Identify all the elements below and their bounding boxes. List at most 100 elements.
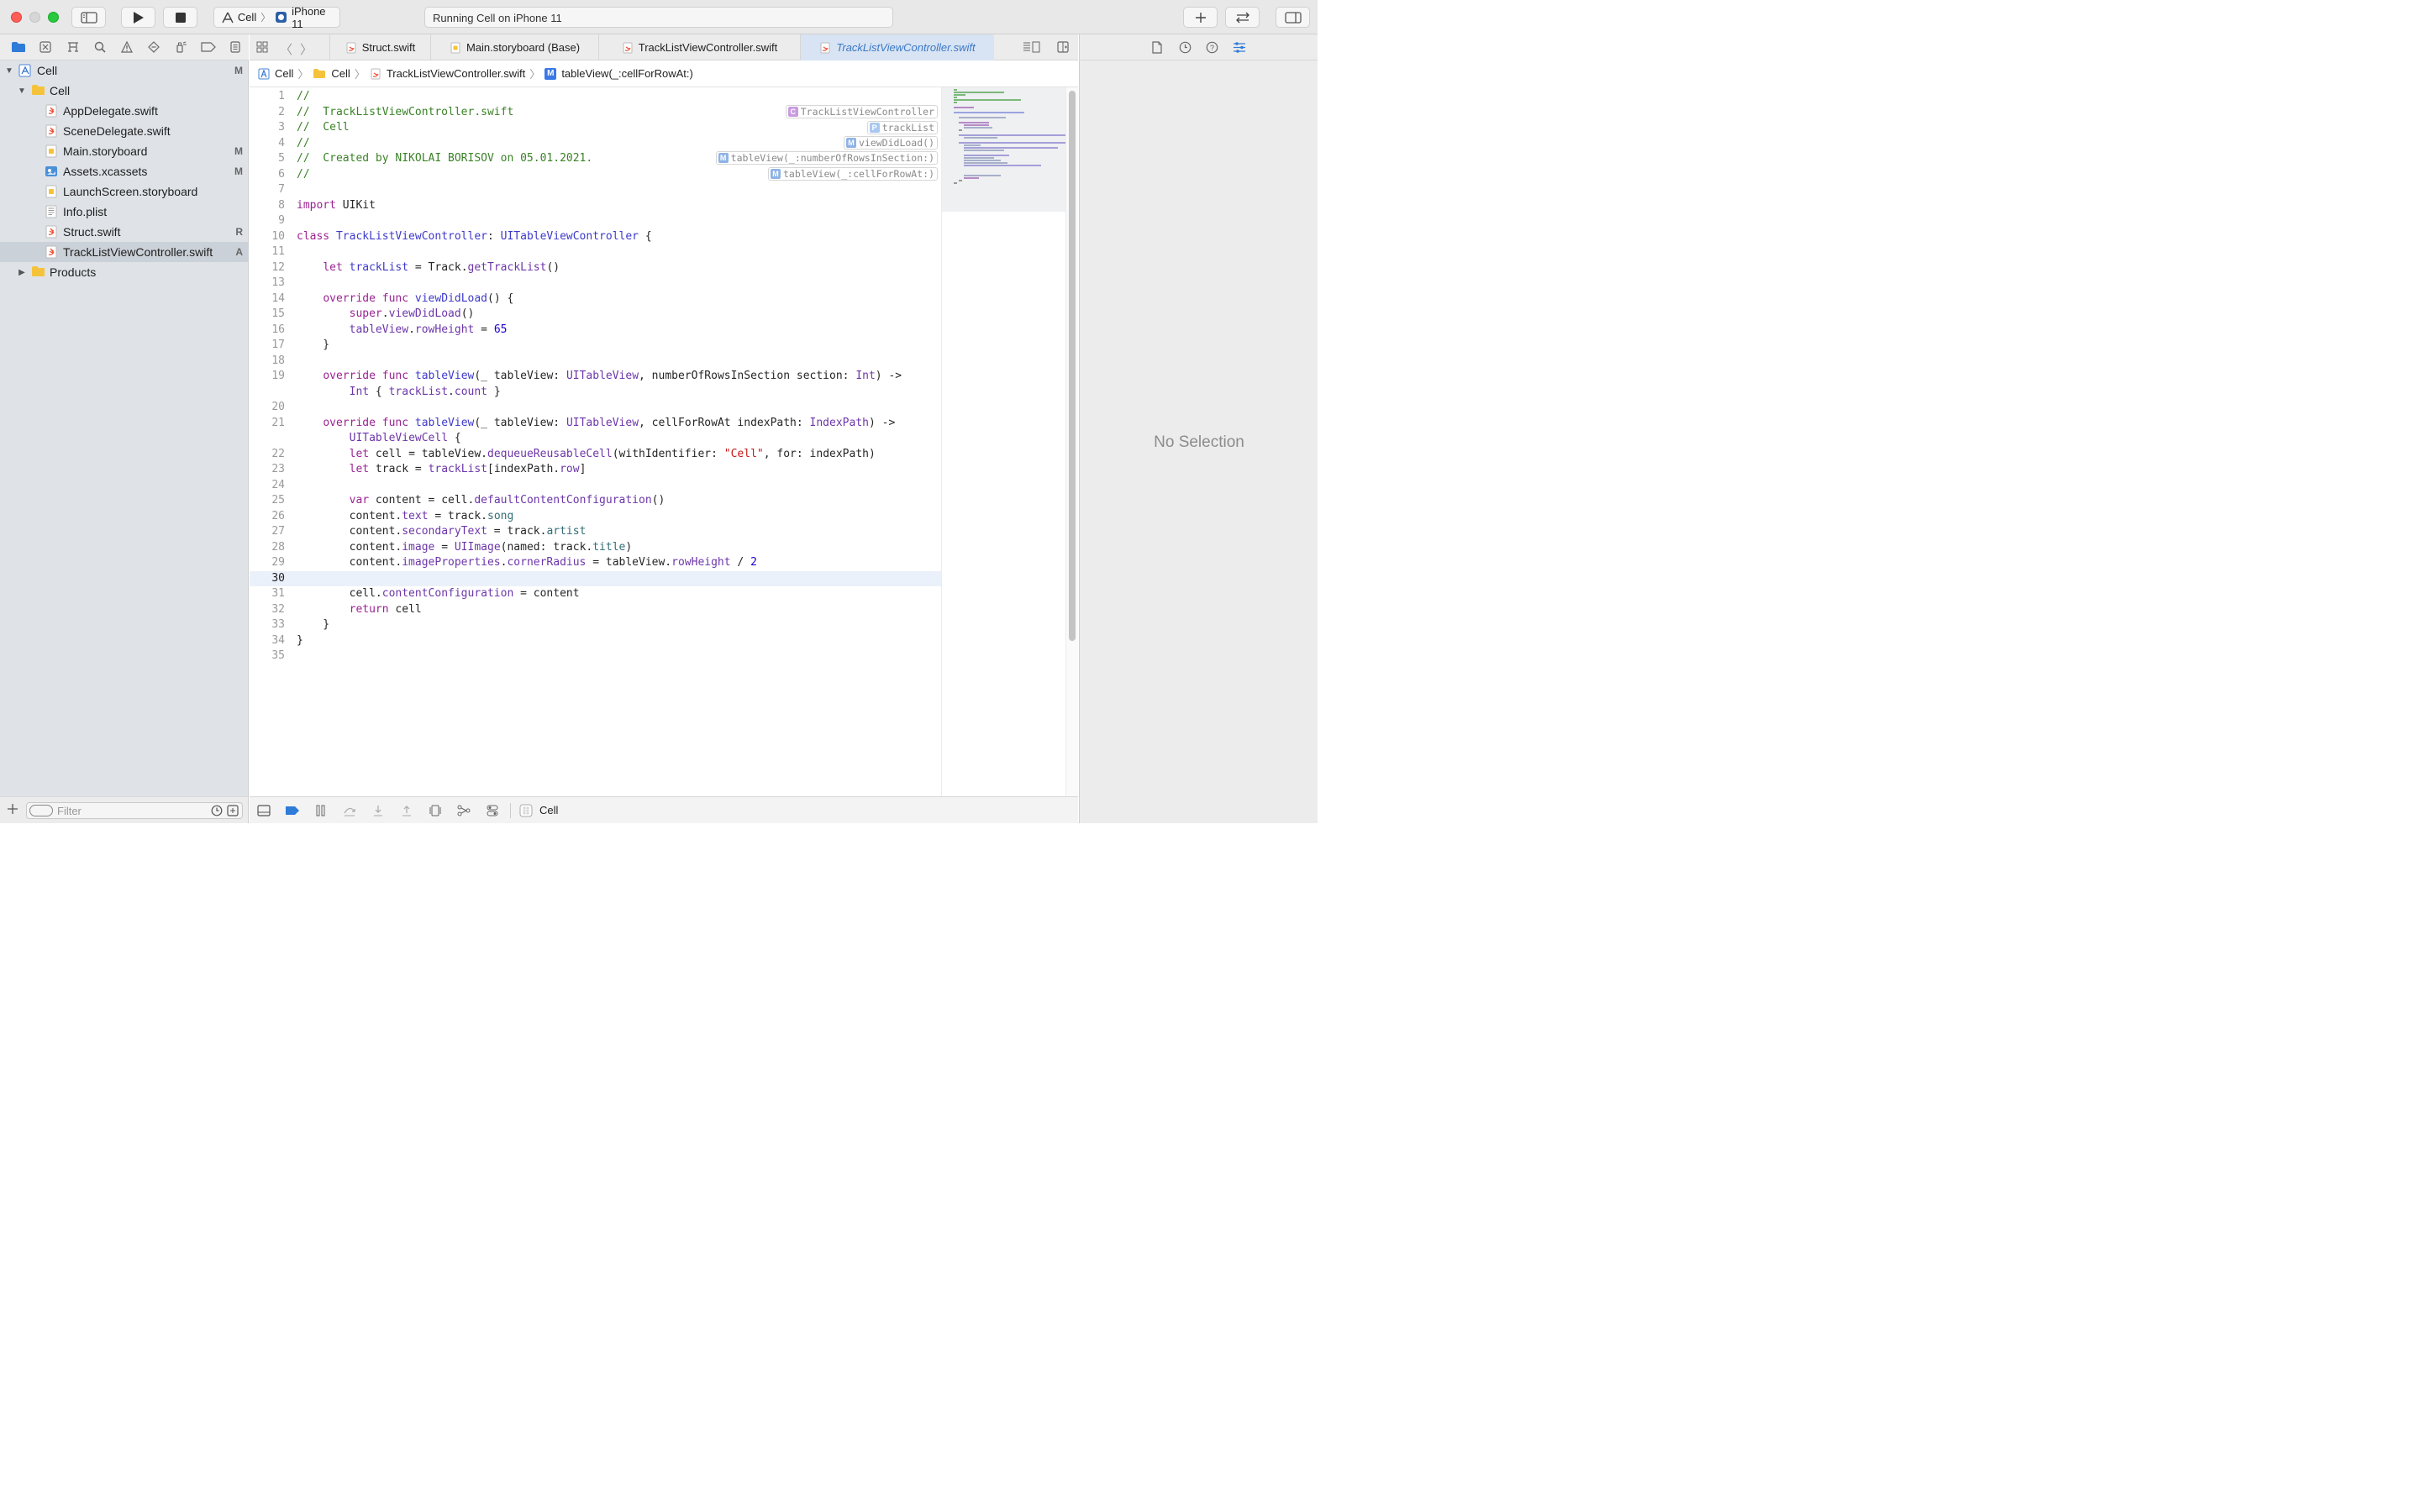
breakpoint-navigator-tab[interactable] bbox=[195, 34, 222, 60]
tree-row-group-cell[interactable]: ▼ Cell bbox=[0, 81, 249, 101]
line-number: 27 bbox=[271, 525, 285, 538]
symbol-navigator-tab[interactable] bbox=[59, 34, 86, 60]
add-file-button[interactable] bbox=[7, 803, 18, 815]
symbol-annotation-class[interactable]: C TrackListViewController bbox=[785, 105, 938, 118]
history-inspector-tab[interactable] bbox=[1179, 41, 1192, 54]
pause-button[interactable] bbox=[307, 797, 335, 824]
jump-file[interactable]: TrackListViewController.swift bbox=[387, 67, 525, 80]
recent-files-button[interactable] bbox=[211, 805, 223, 816]
tab-struct[interactable]: Struct.swift bbox=[329, 34, 430, 60]
tab-main-storyboard[interactable]: Main.storyboard (Base) bbox=[430, 34, 598, 60]
debug-process-label[interactable]: Cell bbox=[539, 804, 558, 816]
code-line: // bbox=[297, 90, 310, 102]
tab-tracklist-controller[interactable]: TrackListViewController.swift bbox=[598, 34, 800, 60]
play-icon bbox=[133, 11, 144, 24]
minimap[interactable] bbox=[941, 87, 1066, 796]
filter-placeholder: Filter bbox=[57, 805, 82, 817]
line-number: 29 bbox=[271, 556, 285, 569]
code-review-button[interactable] bbox=[1225, 7, 1260, 28]
run-button[interactable] bbox=[121, 7, 155, 28]
stop-button[interactable] bbox=[163, 7, 197, 28]
scheme-selector[interactable]: Cell 〉 iPhone 11 bbox=[213, 5, 340, 30]
code-line: // TrackListViewController.swift bbox=[297, 105, 514, 118]
tab-tracklist-controller-active[interactable]: TrackListViewController.swift bbox=[800, 34, 994, 60]
file-inspector-tab[interactable] bbox=[1152, 41, 1162, 54]
report-navigator-tab[interactable] bbox=[222, 34, 249, 60]
step-over-button[interactable] bbox=[335, 797, 364, 824]
line-number: 22 bbox=[271, 447, 285, 460]
find-navigator-tab[interactable] bbox=[87, 34, 113, 60]
source-editor[interactable]: 1 // 2 // TrackListViewController.swift 3 /… bbox=[250, 87, 941, 796]
editor-options-button[interactable] bbox=[1023, 41, 1041, 53]
forward-arrow-icon[interactable]: 〉 bbox=[300, 40, 313, 58]
tree-row-file[interactable]: AppDelegate.swift bbox=[0, 101, 249, 121]
quick-help-inspector-tab[interactable]: ? bbox=[1206, 41, 1218, 54]
annotation-label: trackList bbox=[881, 122, 934, 134]
step-into-button[interactable] bbox=[364, 797, 392, 824]
step-into-icon bbox=[374, 805, 382, 816]
filter-options-icon[interactable] bbox=[29, 805, 53, 816]
close-window-button[interactable] bbox=[11, 12, 22, 23]
plus-icon bbox=[8, 804, 18, 814]
view-hierarchy-button[interactable] bbox=[421, 797, 450, 824]
toggle-inspector-button[interactable] bbox=[1276, 7, 1310, 28]
tree-row-file[interactable]: Struct.swift R bbox=[0, 222, 249, 242]
jump-group[interactable]: Cell bbox=[331, 67, 350, 80]
split-editor-button[interactable] bbox=[1057, 41, 1069, 53]
tree-row-file[interactable]: Assets.xcassets M bbox=[0, 161, 249, 181]
folder-icon bbox=[313, 69, 326, 78]
clock-icon bbox=[211, 805, 223, 816]
tree-row-file[interactable]: Main.storyboard M bbox=[0, 141, 249, 161]
zoom-window-button[interactable] bbox=[48, 12, 59, 23]
tree-row-group-products[interactable]: ▶ Products bbox=[0, 262, 249, 282]
tree-row-file-selected[interactable]: TrackListViewController.swift A bbox=[0, 242, 249, 262]
memory-graph-button[interactable] bbox=[450, 797, 478, 824]
back-arrow-icon[interactable]: 〈 bbox=[280, 40, 292, 58]
toggle-debug-area-button[interactable] bbox=[250, 797, 278, 824]
minimap-line bbox=[964, 147, 1058, 149]
source-control-navigator-tab[interactable] bbox=[32, 34, 59, 60]
minimize-window-button[interactable] bbox=[29, 12, 40, 23]
minimap-line bbox=[954, 94, 965, 96]
app-target-icon bbox=[222, 12, 234, 23]
tab-label: Struct.swift bbox=[361, 41, 416, 54]
storyboard-file-icon bbox=[45, 144, 57, 158]
tree-row-label: Cell bbox=[37, 64, 58, 77]
symbol-annotation-method[interactable]: MtableView(_:numberOfRowsInSection:) bbox=[715, 151, 938, 165]
step-out-button[interactable] bbox=[392, 797, 421, 824]
symbol-annotation-method[interactable]: MtableView(_:cellForRowAt:) bbox=[767, 167, 938, 181]
disclosure-open-icon[interactable]: ▼ bbox=[4, 66, 14, 76]
jump-symbol[interactable]: tableView(_:cellForRowAt:) bbox=[561, 67, 693, 80]
attributes-inspector-tab[interactable] bbox=[1233, 41, 1246, 54]
library-button[interactable] bbox=[1183, 7, 1218, 28]
modified-files-button[interactable] bbox=[227, 805, 239, 816]
svg-text:?: ? bbox=[1210, 44, 1214, 52]
minimap-line bbox=[959, 142, 1066, 144]
issue-navigator-tab[interactable] bbox=[113, 34, 140, 60]
jump-bar: Cell 〉 Cell 〉 TrackListViewController.sw… bbox=[250, 60, 1078, 87]
related-items-button[interactable] bbox=[256, 41, 268, 53]
code-line: let trackList = Track.getTrackList() bbox=[323, 260, 560, 274]
minimap-line bbox=[964, 157, 994, 159]
disclosure-open-icon[interactable]: ▼ bbox=[17, 87, 27, 96]
breakpoints-toggle-button[interactable] bbox=[278, 797, 307, 824]
tree-row-project[interactable]: ▼ Cell M bbox=[0, 60, 249, 81]
tree-row-file[interactable]: SceneDelegate.swift bbox=[0, 121, 249, 141]
debug-navigator-tab[interactable] bbox=[167, 34, 194, 60]
editor-scrollbar[interactable] bbox=[1065, 87, 1078, 796]
test-navigator-tab[interactable] bbox=[140, 34, 167, 60]
line-number: 25 bbox=[271, 494, 285, 507]
tree-row-file[interactable]: Info.plist bbox=[0, 202, 249, 222]
swift-file-icon bbox=[45, 225, 57, 239]
tree-row-file[interactable]: LaunchScreen.storyboard bbox=[0, 181, 249, 202]
tree-row-label: Struct.swift bbox=[63, 225, 121, 239]
project-navigator-tab[interactable] bbox=[5, 34, 32, 60]
symbol-annotation-method[interactable]: MviewDidLoad() bbox=[843, 136, 938, 150]
disclosure-closed-icon[interactable]: ▶ bbox=[17, 268, 27, 277]
scrollbar-thumb[interactable] bbox=[1069, 91, 1076, 641]
jump-project[interactable]: Cell bbox=[275, 67, 293, 80]
symbol-annotation-property[interactable]: PtrackList bbox=[866, 121, 938, 134]
storyboard-file-icon bbox=[450, 42, 460, 53]
environment-overrides-button[interactable] bbox=[478, 797, 507, 824]
toggle-navigator-button[interactable] bbox=[71, 7, 106, 28]
